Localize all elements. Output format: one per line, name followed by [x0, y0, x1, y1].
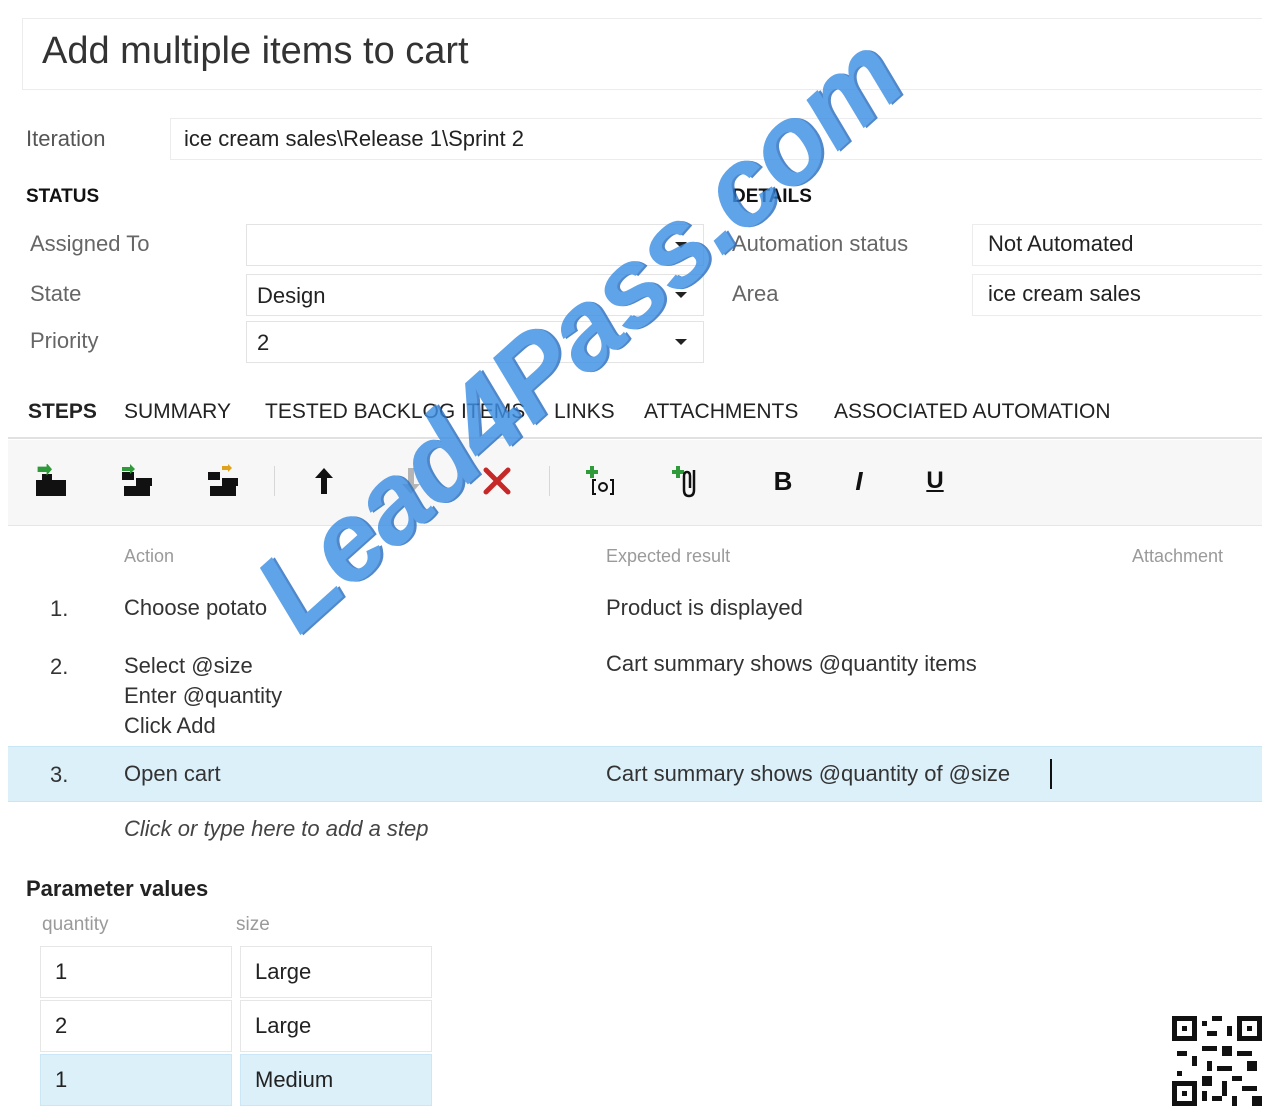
step-expected-result[interactable]: Cart summary shows @quantity of @size [606, 759, 1010, 789]
qr-code-image [1172, 1016, 1262, 1106]
column-header-expected-result: Expected result [606, 546, 731, 566]
priority-value: 2 [257, 330, 270, 355]
step-expected-result[interactable]: Product is displayed [606, 593, 803, 623]
tab-attachments[interactable]: ATTACHMENTS [644, 400, 798, 424]
iteration-value: ice cream sales\Release 1\Sprint 2 [184, 126, 524, 151]
step-number: 3. [50, 762, 69, 787]
parameter-cell-quantity[interactable]: 2 [40, 1000, 232, 1052]
create-shared-steps-icon[interactable] [206, 464, 240, 498]
area-value: ice cream sales [988, 281, 1141, 306]
insert-parameter-icon[interactable] [586, 464, 620, 498]
cell-value: Large [255, 959, 312, 984]
step-number: 1. [50, 596, 69, 621]
priority-label: Priority [30, 328, 99, 353]
state-value: Design [257, 283, 326, 308]
attach-file-icon[interactable] [672, 464, 706, 498]
text-cursor [1050, 759, 1052, 789]
bold-icon[interactable]: B [766, 464, 800, 498]
parameter-cell-quantity[interactable]: 1 [40, 1054, 232, 1106]
area-label: Area [732, 281, 779, 306]
step-action[interactable]: Open cart [124, 759, 221, 789]
step-number: 2. [50, 654, 69, 679]
step-action[interactable]: Choose potato [124, 593, 267, 623]
parameter-cell-size[interactable]: Large [240, 1000, 432, 1052]
parameter-column-size: size [236, 914, 270, 935]
column-header-attachment: Attachment [1132, 546, 1224, 566]
chevron-down-icon [675, 339, 687, 345]
parameter-cell-quantity[interactable]: 1 [40, 946, 232, 998]
cell-value: 1 [55, 959, 68, 984]
cell-value: 1 [55, 1067, 68, 1092]
steps-toolbar [8, 440, 1262, 526]
tab-associated-automation[interactable]: ASSOCIATED AUTOMATION [834, 400, 1111, 424]
cell-value: 2 [55, 1013, 68, 1038]
parameter-cell-size[interactable]: Large [240, 946, 432, 998]
parameter-cell-size[interactable]: Medium [240, 1054, 432, 1106]
assigned-to-label: Assigned To [30, 231, 150, 256]
insert-step-icon[interactable] [34, 464, 68, 498]
step-action[interactable]: Select @size Enter @quantity Click Add [124, 651, 282, 741]
cell-value: Large [255, 1013, 312, 1038]
column-header-action: Action [124, 546, 175, 566]
cell-value: Medium [255, 1067, 334, 1092]
tab-summary[interactable]: SUMMARY [124, 400, 231, 424]
automation-status-value: Not Automated [988, 231, 1134, 256]
tab-divider [8, 437, 1262, 439]
add-step-placeholder[interactable]: Click or type here to add a step [124, 816, 429, 842]
iteration-label: Iteration [26, 126, 106, 151]
tab-steps[interactable]: STEPS [28, 400, 97, 424]
state-label: State [30, 281, 82, 306]
toolbar-separator [549, 466, 550, 496]
status-heading: STATUS [26, 186, 100, 207]
toolbar-separator [274, 466, 275, 496]
step-expected-result[interactable]: Cart summary shows @quantity items [606, 649, 977, 679]
insert-shared-steps-icon[interactable] [120, 464, 154, 498]
underline-icon[interactable]: U [918, 464, 952, 498]
parameter-values-heading: Parameter values [26, 876, 209, 901]
work-item-title[interactable]: Add multiple items to cart [42, 30, 469, 73]
parameter-column-quantity: quantity [42, 914, 109, 935]
italic-icon[interactable]: I [842, 464, 876, 498]
